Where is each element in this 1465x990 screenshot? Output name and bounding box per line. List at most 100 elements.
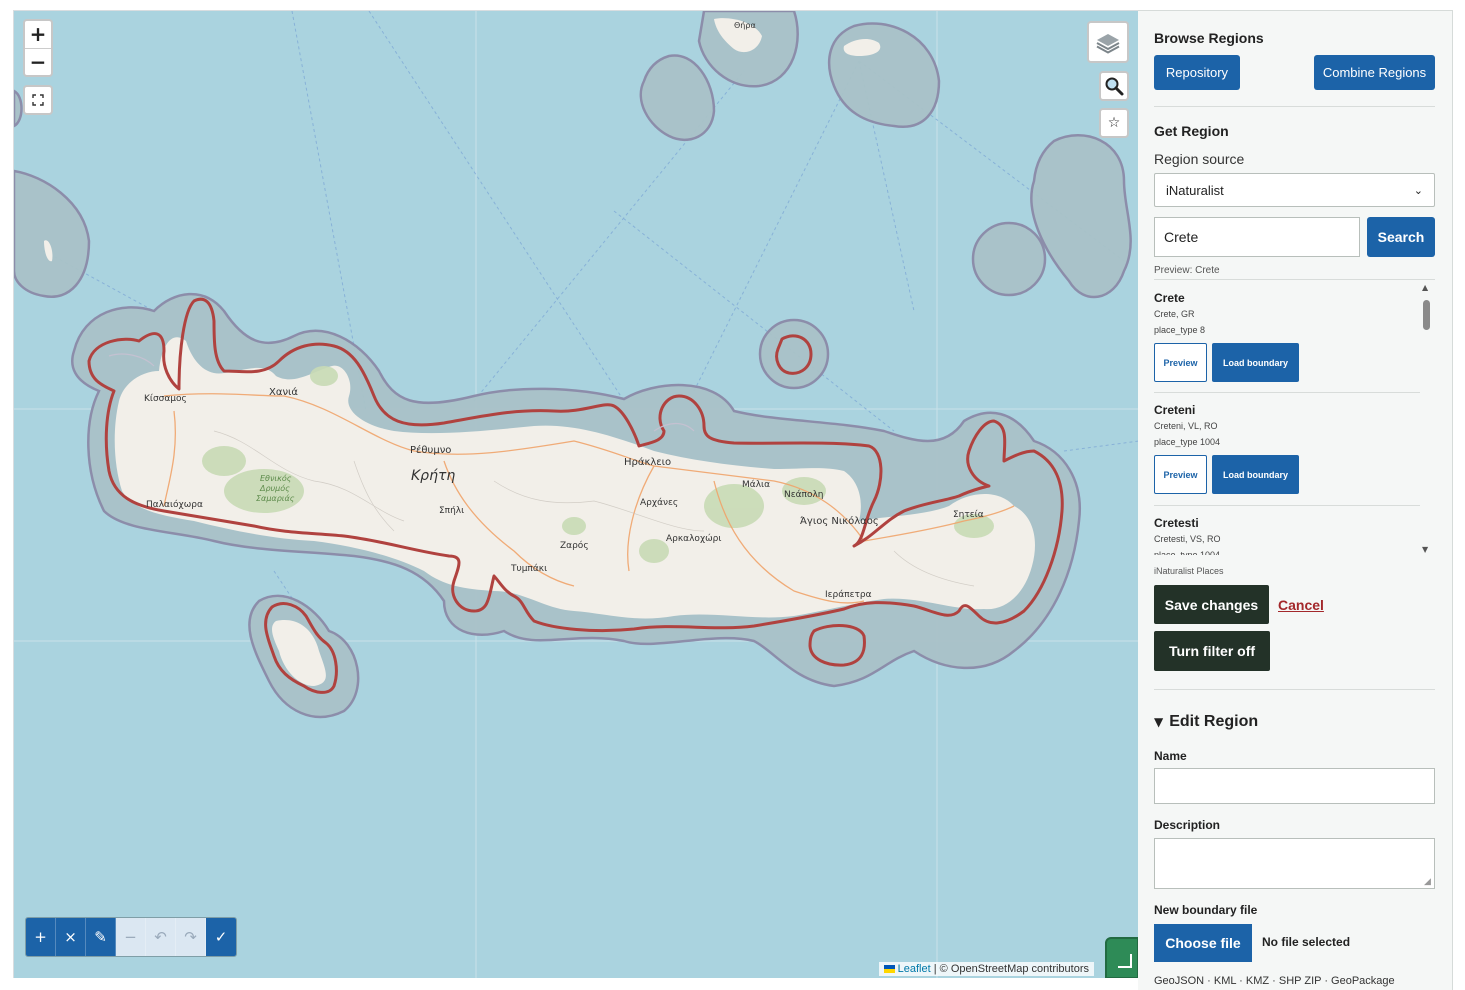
result-name: Crete <box>1154 291 1185 305</box>
scroll-up-icon[interactable]: ▲ <box>1422 283 1428 292</box>
description-label: Description <box>1154 818 1221 832</box>
fullscreen-control <box>23 85 53 115</box>
zoom-out-button[interactable]: − <box>25 48 51 75</box>
results-scrollbar[interactable]: ▲ ▼ <box>1420 283 1432 555</box>
corner-resize-icon[interactable] <box>1105 937 1138 978</box>
result-place-type: place_type 1004 <box>1154 437 1221 447</box>
label-arkalochori: Αρκαλοχώρι <box>666 533 721 544</box>
turn-filter-off-button[interactable]: Turn filter off <box>1154 631 1270 671</box>
result-place-type: place_type 1004 <box>1154 550 1221 555</box>
undo-icon[interactable]: ↶ <box>146 918 176 956</box>
save-changes-button[interactable]: Save changes <box>1154 585 1269 624</box>
label-ierapetra: Ιεράπετρα <box>825 590 872 600</box>
result-name: Creteni <box>1154 403 1196 417</box>
star-icon[interactable]: ☆ <box>1101 110 1127 136</box>
result-location: Crete, GR <box>1154 309 1195 319</box>
label-neapoli: Νεάπολη <box>784 490 824 500</box>
result-divider <box>1154 392 1420 393</box>
triangle-down-icon: ▼ <box>1154 715 1164 729</box>
label-archanes: Αρχάνες <box>640 498 678 508</box>
search-button[interactable]: Search <box>1367 217 1435 257</box>
file-status: No file selected <box>1262 935 1351 949</box>
name-input[interactable] <box>1154 768 1435 804</box>
draw-delete-button[interactable]: × <box>56 918 86 956</box>
edit-region-title: Edit Region <box>1169 713 1259 730</box>
magnifier-icon[interactable] <box>1101 73 1127 99</box>
preview-label: Preview: Crete <box>1154 265 1220 276</box>
result-location: Cretesti, VS, RO <box>1154 534 1221 544</box>
check-icon[interactable]: ✓ <box>206 918 236 956</box>
description-textarea[interactable] <box>1154 838 1435 889</box>
label-thira: Θήρα <box>734 21 756 30</box>
result-name: Cretesti <box>1154 516 1199 530</box>
draw-toolbar: + × ✎ − ↶ ↷ ✓ <box>25 917 237 957</box>
pencil-icon[interactable]: ✎ <box>86 918 116 956</box>
search-results-list[interactable]: Crete Crete, GR place_type 8 Preview Loa… <box>1154 279 1435 555</box>
label-island: Κρήτη <box>411 468 455 484</box>
region-source-value: iNaturalist <box>1166 182 1224 198</box>
label-sitia: Σητεία <box>953 510 984 520</box>
load-boundary-button[interactable]: Load boundary <box>1212 343 1299 382</box>
cancel-link[interactable]: Cancel <box>1278 597 1324 613</box>
layers-glyph <box>1096 34 1120 54</box>
combine-regions-button[interactable]: Combine Regions <box>1314 55 1435 90</box>
scroll-down-icon[interactable]: ▼ <box>1422 545 1428 554</box>
map-attribution: Leaflet | © OpenStreetMap contributors <box>878 962 1094 976</box>
map-view[interactable]: Κρήτη Χανιά Ρέθυμνο Ηράκλειο Κίσσαμος Πα… <box>13 10 1138 978</box>
fullscreen-icon[interactable] <box>25 87 51 113</box>
label-spili: Σπήλι <box>439 506 464 516</box>
preview-button[interactable]: Preview <box>1154 455 1207 494</box>
scroll-thumb[interactable] <box>1423 300 1430 330</box>
magnifier-glyph <box>1105 77 1124 96</box>
resize-grip-icon[interactable]: ◢ <box>1424 877 1431 887</box>
preview-button[interactable]: Preview <box>1154 343 1207 382</box>
label-tympaki: Τυμπάκι <box>510 564 547 574</box>
leaflet-link[interactable]: Leaflet <box>898 963 931 975</box>
boundary-file-label: New boundary file <box>1154 903 1258 917</box>
zoom-in-button[interactable]: + <box>25 21 51 48</box>
layers-icon[interactable] <box>1089 23 1127 61</box>
layers-control <box>1087 21 1129 63</box>
repository-button[interactable]: Repository <box>1154 55 1240 90</box>
label-malia: Μάλια <box>742 480 770 490</box>
supported-formats: GeoJSON · KML · KMZ · SHP ZIP · GeoPacka… <box>1154 975 1395 987</box>
label-kissamos: Κίσσαμος <box>144 394 187 404</box>
label-chania: Χανιά <box>269 386 298 398</box>
sidebar: Browse Regions Repository Combine Region… <box>1138 10 1453 990</box>
chevron-down-icon: ⌄ <box>1413 183 1423 197</box>
label-zaros: Ζαρός <box>560 540 589 551</box>
label-park-2: Δρυμός <box>259 483 290 493</box>
fullscreen-glyph <box>32 94 44 106</box>
name-label: Name <box>1154 749 1187 763</box>
load-boundary-button[interactable]: Load boundary <box>1212 455 1299 494</box>
region-source-select[interactable]: iNaturalist ⌄ <box>1154 173 1435 207</box>
attribution-separator: | <box>933 963 937 975</box>
divider <box>1154 689 1435 690</box>
source-note: iNaturalist Places <box>1154 566 1224 576</box>
edit-region-toggle[interactable]: ▼ Edit Region <box>1154 713 1258 731</box>
osm-attribution: © OpenStreetMap contributors <box>939 963 1089 975</box>
region-search-input[interactable] <box>1154 217 1360 257</box>
label-heraklion: Ηράκλειο <box>624 456 671 468</box>
zoom-control: + − <box>23 19 53 77</box>
get-region-title: Get Region <box>1154 123 1229 139</box>
choose-file-button[interactable]: Choose file <box>1154 924 1252 962</box>
label-agios-nikolaos: Άγιος Νικόλαος <box>800 515 879 527</box>
map-search-control <box>1099 71 1129 101</box>
region-source-label: Region source <box>1154 151 1245 167</box>
redo-icon[interactable]: ↷ <box>176 918 206 956</box>
result-place-type: place_type 8 <box>1154 325 1206 335</box>
browse-regions-title: Browse Regions <box>1154 30 1264 46</box>
divider <box>1154 106 1435 107</box>
draw-minus-button[interactable]: − <box>116 918 146 956</box>
label-paleochora: Παλαιόχωρα <box>146 499 203 510</box>
map-canvas[interactable]: Κρήτη Χανιά Ρέθυμνο Ηράκλειο Κίσσαμος Πα… <box>14 11 1138 978</box>
result-location: Creteni, VL, RO <box>1154 421 1218 431</box>
label-park-1: Εθνικός <box>260 473 292 483</box>
favorite-control: ☆ <box>1099 108 1129 138</box>
result-divider <box>1154 505 1420 506</box>
draw-add-button[interactable]: + <box>26 918 56 956</box>
label-rethymno: Ρέθυμνο <box>410 444 451 456</box>
app-window: Κρήτη Χανιά Ρέθυμνο Ηράκλειο Κίσσαμος Πα… <box>0 0 1465 990</box>
label-park-3: Σαμαριάς <box>256 494 295 503</box>
